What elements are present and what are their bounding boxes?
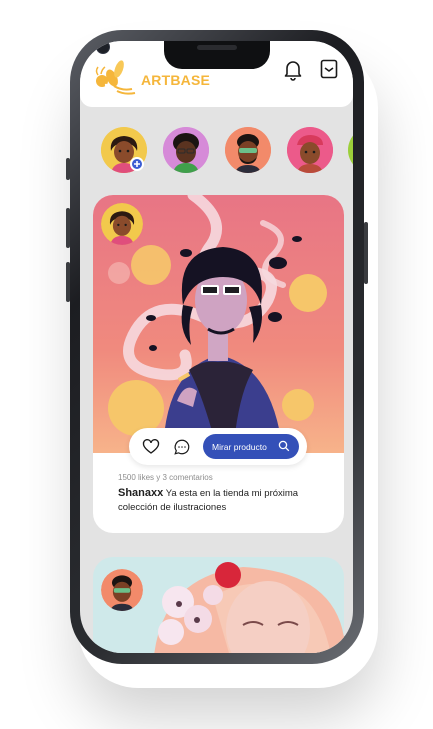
avatar-illustration <box>101 203 143 245</box>
post-author-avatar[interactable] <box>101 203 143 245</box>
post-author[interactable]: Shanaxx <box>118 487 163 499</box>
post-action-bar: Mirar producto <box>129 428 307 465</box>
avatar-illustration <box>287 127 333 173</box>
app-screen: ARTBASE Mirar producto 1500 likes y 3 co… <box>80 41 353 653</box>
heart-icon[interactable] <box>142 438 160 456</box>
likes-count: 1500 likes y 3 comentarios <box>118 473 213 482</box>
stories-row <box>80 127 353 179</box>
story-avatar-3[interactable] <box>225 127 271 173</box>
comment-icon[interactable] <box>173 438 191 456</box>
front-camera <box>96 41 110 54</box>
brand-name: ARTBASE <box>141 72 211 88</box>
post-card: Mirar producto 1500 likes y 3 comentario… <box>93 195 344 533</box>
bee-logo-icon[interactable] <box>92 55 140 97</box>
volume-up-button <box>66 208 70 248</box>
avatar-illustration <box>225 127 271 173</box>
notch <box>164 41 270 69</box>
search-icon <box>278 440 290 452</box>
post-card-next <box>93 557 344 653</box>
view-product-button[interactable]: Mirar producto <box>203 434 299 459</box>
story-avatar-4[interactable] <box>287 127 333 173</box>
story-avatar-2[interactable] <box>163 127 209 173</box>
post-caption: Shanaxx Ya esta en la tienda mi próxima … <box>118 486 328 515</box>
bookmark-icon[interactable] <box>317 57 341 81</box>
add-story-icon[interactable] <box>130 157 144 171</box>
bell-icon[interactable] <box>281 57 305 81</box>
view-product-label: Mirar producto <box>212 441 267 452</box>
post-author-avatar[interactable] <box>101 569 143 611</box>
power-button <box>364 222 368 284</box>
mute-switch <box>66 158 70 180</box>
earpiece <box>197 45 237 50</box>
volume-down-button <box>66 262 70 302</box>
story-avatar-5[interactable] <box>348 127 353 173</box>
avatar-illustration <box>163 127 209 173</box>
avatar-illustration <box>101 569 143 611</box>
